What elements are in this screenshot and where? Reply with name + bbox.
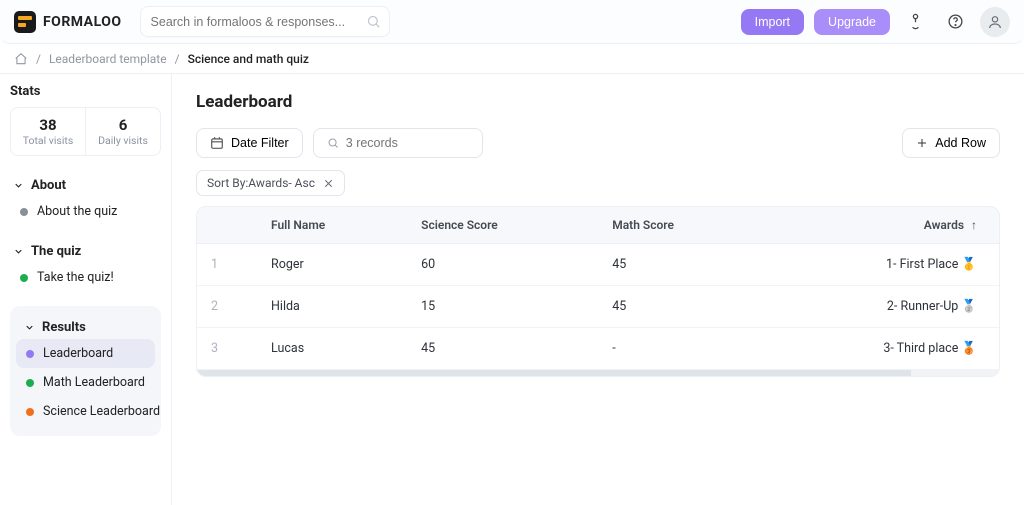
global-search-input[interactable]: [151, 15, 379, 29]
records-search[interactable]: [313, 128, 483, 158]
section-results-header[interactable]: Results: [16, 316, 155, 339]
sidebar-item-about-quiz[interactable]: About the quiz: [10, 197, 161, 226]
plus-icon: [916, 137, 928, 149]
account-avatar[interactable]: [980, 7, 1010, 37]
bullet-icon: [20, 208, 28, 216]
section-about: About About the quiz: [10, 174, 161, 226]
section-results: Results Leaderboard Math Leaderboard Sci…: [10, 306, 161, 436]
calendar-icon: [210, 136, 224, 150]
bullet-icon: [20, 274, 28, 282]
chevron-down-icon: [13, 180, 24, 191]
bullet-icon: [26, 379, 34, 387]
col-full-name[interactable]: Full Name: [257, 207, 407, 244]
section-about-header[interactable]: About: [10, 174, 161, 197]
brand-name: FORMALOO: [43, 14, 122, 30]
col-math-score[interactable]: Math Score: [598, 207, 762, 244]
chevron-down-icon: [13, 246, 24, 257]
global-search[interactable]: [140, 6, 390, 37]
close-icon[interactable]: [323, 178, 334, 189]
stats-cards: 38 Total visits 6 Daily visits: [10, 107, 161, 156]
sidebar-item-math-leaderboard[interactable]: Math Leaderboard: [16, 368, 155, 397]
section-quiz-header[interactable]: The quiz: [10, 240, 161, 263]
breadcrumb: / Leaderboard template / Science and mat…: [0, 44, 1024, 74]
bullet-icon: [26, 408, 34, 416]
table-header-row: Full Name Science Score Math Score Award…: [197, 207, 999, 244]
stats-title: Stats: [10, 84, 161, 99]
import-button[interactable]: Import: [741, 9, 804, 35]
sidebar-item-leaderboard[interactable]: Leaderboard: [16, 339, 155, 368]
brand-logo[interactable]: FORMALOO: [14, 11, 122, 33]
table-row[interactable]: 2 Hilda 15 45 2- Runner-Up 🥈: [197, 286, 999, 328]
top-bar: FORMALOO Import Upgrade: [0, 0, 1024, 44]
records-search-input[interactable]: [346, 136, 469, 150]
home-icon[interactable]: [14, 52, 28, 66]
sidebar-item-science-leaderboard[interactable]: Science Leaderboard: [16, 397, 155, 426]
table-row[interactable]: 1 Roger 60 45 1- First Place 🥇: [197, 244, 999, 286]
help-icon[interactable]: [940, 7, 970, 37]
col-awards[interactable]: Awards ↑: [762, 207, 999, 244]
section-quiz: The quiz Take the quiz!: [10, 240, 161, 292]
search-icon: [327, 136, 339, 150]
logo-icon: [14, 11, 36, 33]
search-icon: [366, 14, 381, 29]
chevron-down-icon: [24, 322, 35, 333]
table-toolbar: Date Filter Add Row: [196, 128, 1000, 158]
horizontal-scrollbar[interactable]: [197, 370, 999, 376]
col-science-score[interactable]: Science Score: [407, 207, 598, 244]
page-title: Leaderboard: [196, 92, 1000, 112]
add-row-button[interactable]: Add Row: [902, 128, 1000, 158]
bullet-icon: [26, 350, 34, 358]
sort-asc-icon: ↑: [971, 218, 977, 232]
stat-total-visits[interactable]: 38 Total visits: [11, 108, 85, 155]
upgrade-button[interactable]: Upgrade: [814, 9, 890, 35]
sidebar: Stats 38 Total visits 6 Daily visits Abo…: [0, 74, 172, 505]
breadcrumb-current: Science and math quiz: [188, 52, 309, 66]
table-row[interactable]: 3 Lucas 45 - 3- Third place 🥉: [197, 328, 999, 370]
breadcrumb-root[interactable]: Leaderboard template: [49, 52, 167, 66]
stat-daily-visits[interactable]: 6 Daily visits: [85, 108, 160, 155]
sidebar-item-take-quiz[interactable]: Take the quiz!: [10, 263, 161, 292]
main-area: Leaderboard Date Filter Add Row Sort By:…: [172, 74, 1024, 505]
date-filter-button[interactable]: Date Filter: [196, 128, 303, 158]
leaderboard-table: Full Name Science Score Math Score Award…: [196, 206, 1000, 377]
notifications-icon[interactable]: [900, 7, 930, 37]
sort-chip[interactable]: Sort By:Awards- Asc: [196, 170, 345, 196]
